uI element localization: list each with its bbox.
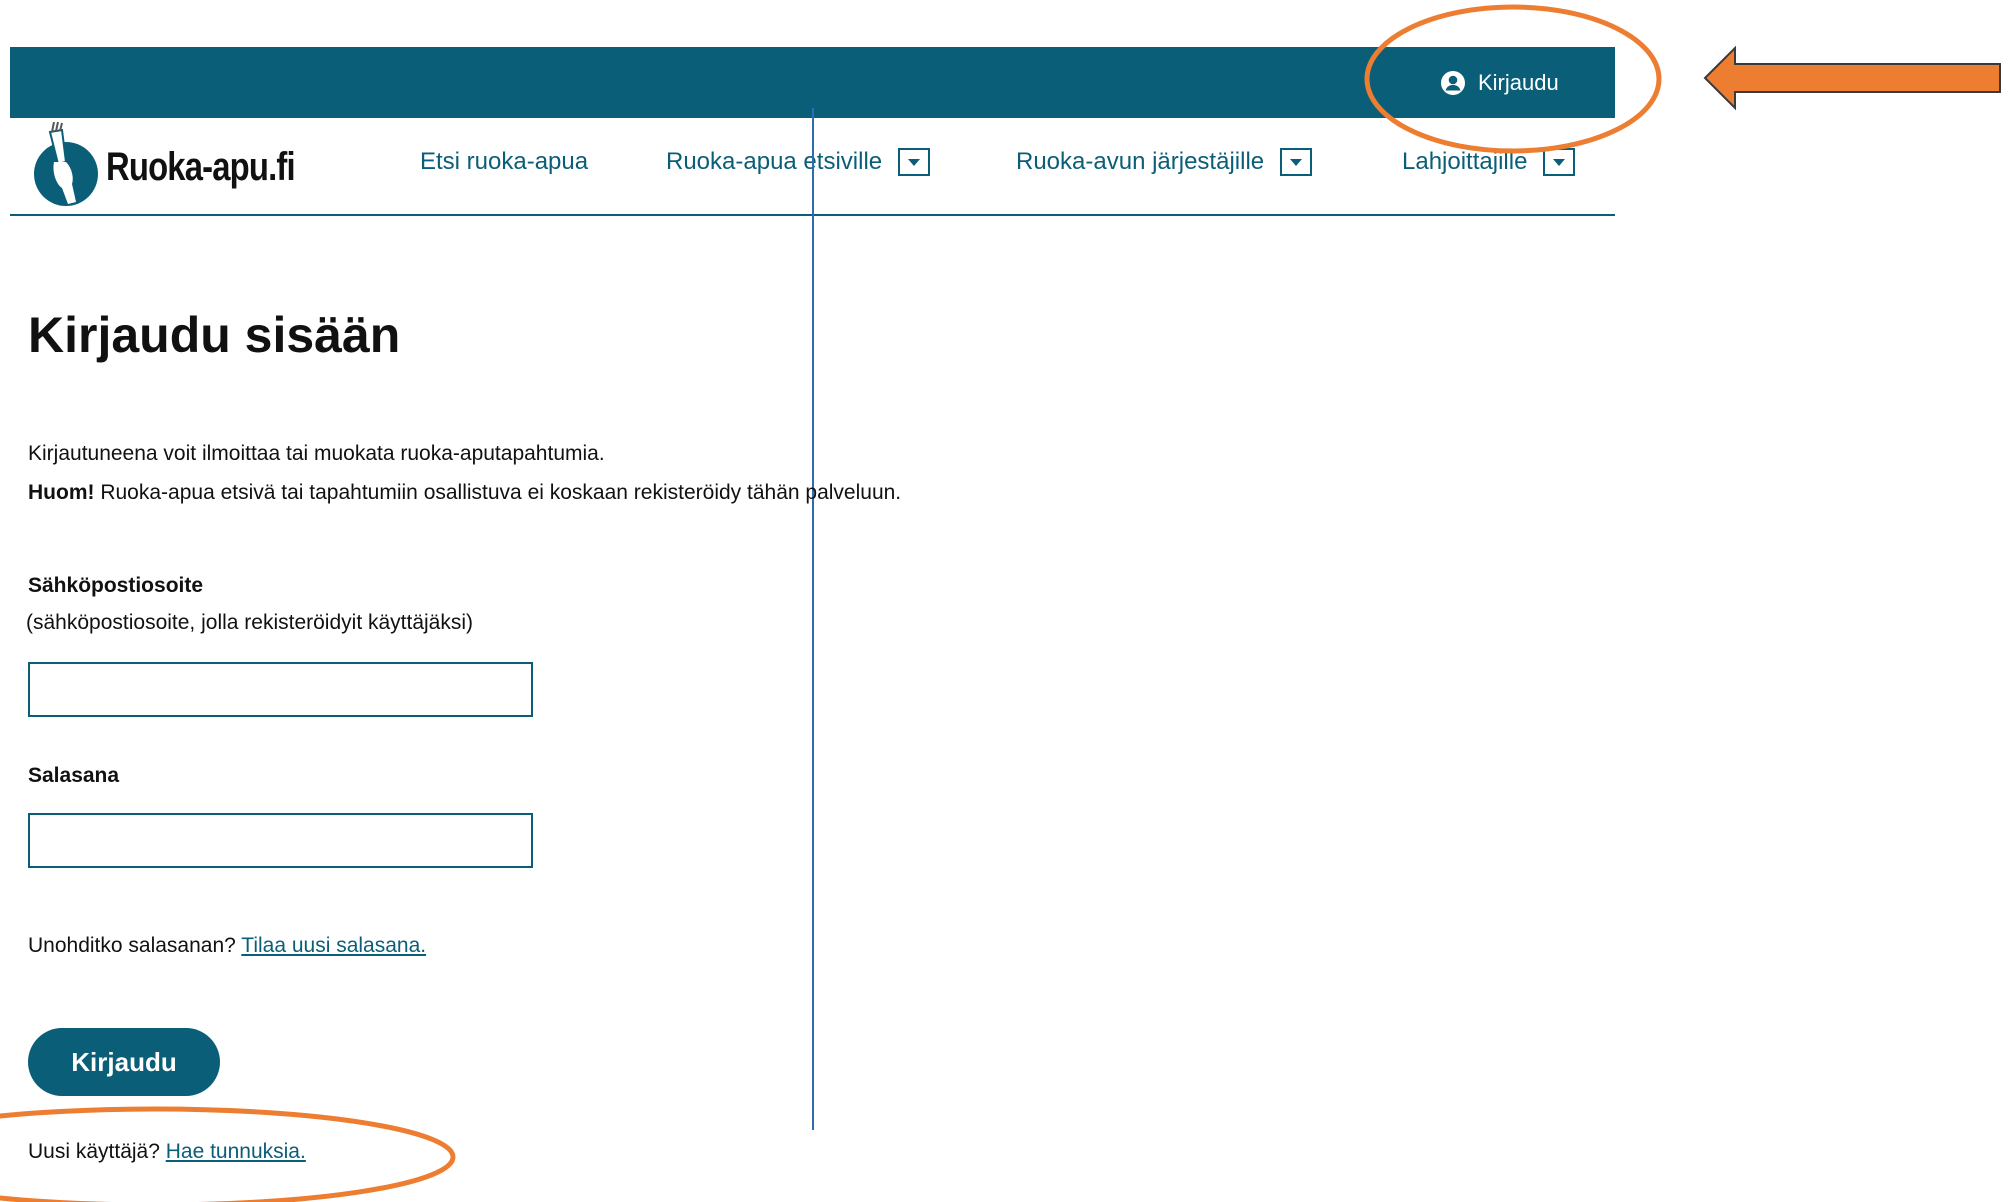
intro-text: Kirjautuneena voit ilmoittaa tai muokata… bbox=[28, 434, 901, 512]
forgot-text: Unohditko salasanan? bbox=[28, 934, 242, 957]
nav-item-lahjoittajille[interactable]: Lahjoittajille bbox=[1402, 148, 1576, 176]
note-label: Huom! bbox=[28, 481, 95, 504]
header-login-link[interactable]: Kirjaudu bbox=[1440, 66, 1559, 100]
note-text: Ruoka-apua etsivä tai tapahtumiin osalli… bbox=[94, 481, 902, 504]
password-field[interactable] bbox=[28, 813, 533, 868]
reset-password-link[interactable]: Tilaa uusi salasana. bbox=[241, 934, 426, 957]
vertical-divider bbox=[812, 108, 814, 1130]
nav-item-etsi-ruoka-apua[interactable]: Etsi ruoka-apua bbox=[420, 148, 588, 176]
apply-account-link[interactable]: Hae tunnuksia. bbox=[166, 1140, 306, 1163]
email-label: Sähköpostiosoite bbox=[28, 574, 204, 597]
nav-item-ruoka-apua-etsiville[interactable]: Ruoka-apua etsiville bbox=[666, 148, 931, 176]
email-field[interactable] bbox=[28, 662, 533, 717]
email-hint: (sähköpostiosoite, jolla rekisteröidyit … bbox=[26, 611, 474, 634]
logo-mark-icon bbox=[34, 122, 98, 206]
intro-note: Huom! Ruoka-apua etsivä tai tapahtumiin … bbox=[28, 473, 901, 512]
nav-item-label: Ruoka-avun järjestäjille bbox=[1016, 148, 1265, 175]
page-title: Kirjaudu sisään bbox=[28, 307, 401, 363]
chevron-down-icon[interactable] bbox=[1280, 148, 1313, 176]
forgot-password: Unohditko salasanan? Tilaa uusi salasana… bbox=[28, 934, 426, 958]
password-label: Salasana bbox=[28, 764, 120, 787]
nav-item-label: Etsi ruoka-apua bbox=[420, 148, 589, 175]
new-user-text: Uusi käyttäjä? bbox=[28, 1140, 166, 1163]
nav-item-label: Ruoka-apua etsiville bbox=[666, 148, 883, 175]
intro-line: Kirjautuneena voit ilmoittaa tai muokata… bbox=[28, 442, 605, 465]
nav-item-ruoka-avun-jarjestajille[interactable]: Ruoka-avun järjestäjille bbox=[1016, 148, 1313, 176]
logo-text: Ruoka-apu.fi bbox=[106, 144, 296, 189]
chevron-down-icon[interactable] bbox=[898, 148, 931, 176]
chevron-down-icon[interactable] bbox=[1543, 148, 1576, 176]
nav-item-label: Lahjoittajille bbox=[1402, 148, 1528, 175]
site-logo[interactable]: Ruoka-apu.fi bbox=[28, 122, 336, 212]
annotation-arrow-icon bbox=[1703, 45, 2001, 111]
header-login-label: Kirjaudu bbox=[1478, 70, 1559, 95]
new-user: Uusi käyttäjä? Hae tunnuksia. bbox=[28, 1140, 306, 1164]
login-button[interactable]: Kirjaudu bbox=[28, 1028, 220, 1096]
user-circle-icon bbox=[1441, 71, 1465, 95]
